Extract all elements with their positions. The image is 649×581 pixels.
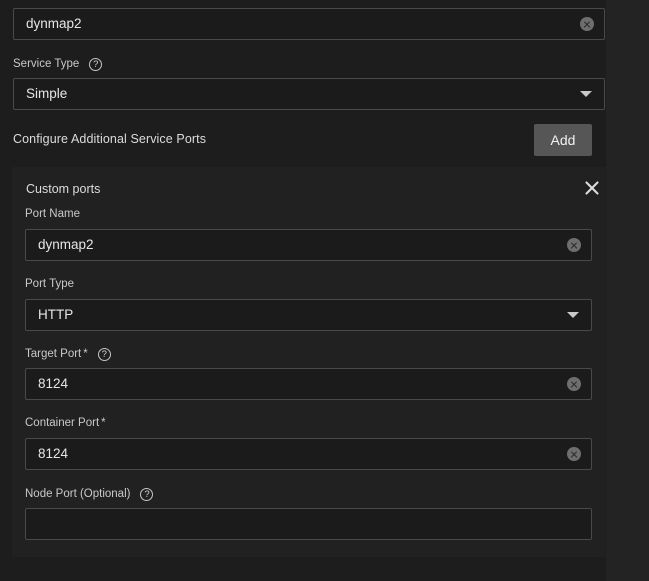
port-type-value: HTTP [38,308,567,322]
node-port-field-wrap [25,508,592,540]
required-marker: * [83,349,87,361]
service-type-select-wrap: Simple [13,78,605,110]
clear-icon[interactable] [580,17,594,31]
service-name-value: dynmap2 [26,17,574,31]
port-name-label-row: Port Name [25,209,80,221]
port-type-label-row: Port Type [25,279,74,291]
service-form: dynmap2 Service Type ? Simple Configure … [0,0,605,581]
service-type-value: Simple [26,87,580,101]
clear-icon[interactable] [567,238,581,252]
service-type-label: Service Type [13,59,79,71]
clear-icon[interactable] [567,377,581,391]
container-port-label-row: Container Port * [25,418,106,430]
container-port-field-wrap: 8124 [25,438,592,470]
container-port-label: Container Port [25,418,99,430]
form-gutter-divider [605,0,606,581]
page-root: dynmap2 Service Type ? Simple Configure … [0,0,649,581]
node-port-label-row: Node Port (Optional) ? [25,488,153,501]
clear-icon[interactable] [567,447,581,461]
service-type-label-group: Service Type ? [13,58,605,71]
custom-ports-panel: Custom ports Port Name dynmap2 [12,167,605,557]
close-icon[interactable] [580,176,604,200]
container-port-value: 8124 [38,447,561,461]
container-port-label-group: Container Port * [25,418,106,430]
custom-ports-title: Custom ports [26,182,100,196]
service-type-select[interactable]: Simple [13,78,605,110]
service-name-field-wrap: dynmap2 [13,8,605,40]
node-port-label: Node Port (Optional) [25,489,130,501]
container-port-input[interactable]: 8124 [25,438,592,470]
help-icon[interactable]: ? [89,58,102,71]
help-icon[interactable]: ? [140,488,153,501]
port-name-label: Port Name [25,209,80,221]
chevron-down-icon [567,312,579,318]
target-port-label: Target Port [25,349,81,361]
port-name-input[interactable]: dynmap2 [25,229,592,261]
port-name-field-wrap: dynmap2 [25,229,592,261]
port-type-label-group: Port Type [25,279,74,291]
port-type-select[interactable]: HTTP [25,299,592,331]
chevron-down-icon [580,91,592,97]
help-icon[interactable]: ? [98,348,111,361]
target-port-label-row: Target Port * ? [25,348,111,361]
port-name-label-group: Port Name [25,209,80,221]
target-port-value: 8124 [38,377,561,391]
node-port-label-group: Node Port (Optional) ? [25,488,153,501]
target-port-label-group: Target Port * ? [25,348,111,361]
section-title: Configure Additional Service Ports [13,132,206,146]
add-button[interactable]: Add [534,124,592,156]
right-gutter [605,0,649,581]
node-port-input[interactable] [25,508,592,540]
target-port-input[interactable]: 8124 [25,368,592,400]
target-port-field-wrap: 8124 [25,368,592,400]
port-type-label: Port Type [25,279,74,291]
port-type-select-wrap: HTTP [25,299,592,331]
service-name-input[interactable]: dynmap2 [13,8,605,40]
service-type-label-row: Service Type ? [13,58,605,71]
additional-ports-section-row: Configure Additional Service Ports Add [0,124,605,164]
required-marker: * [101,418,105,430]
port-name-value: dynmap2 [38,238,561,252]
